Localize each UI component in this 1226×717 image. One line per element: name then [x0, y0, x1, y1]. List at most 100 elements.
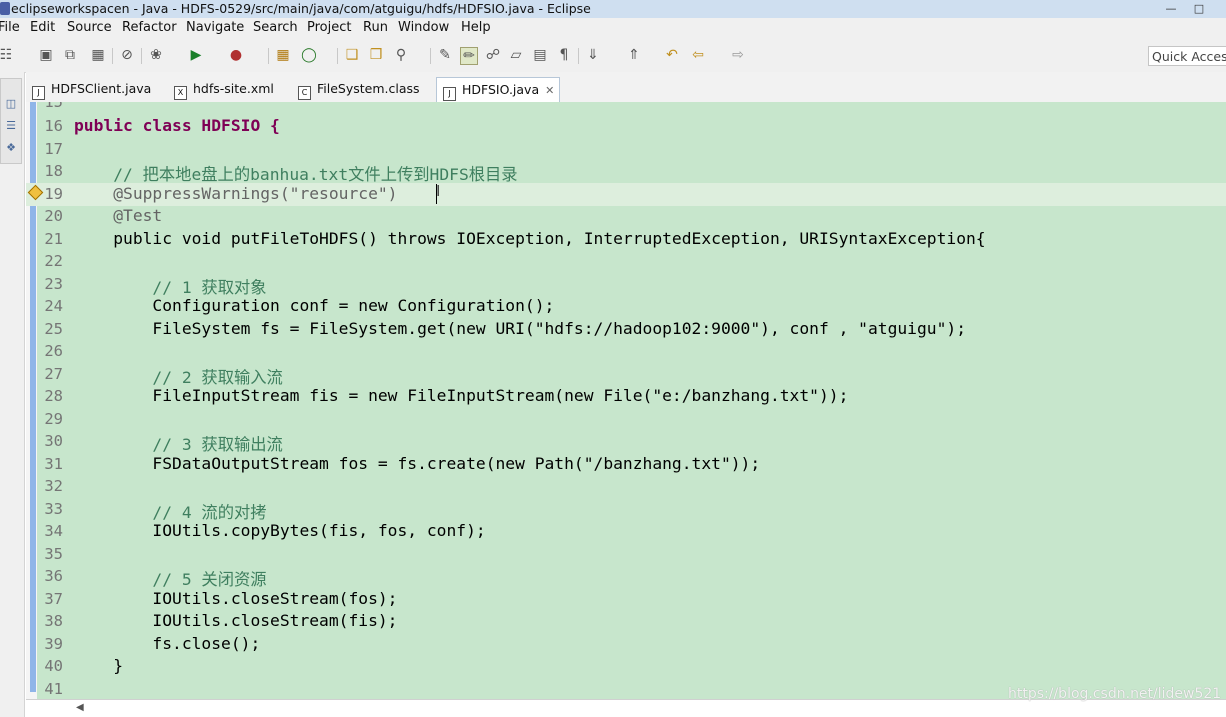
menu-search[interactable]: Search: [253, 20, 298, 35]
menu-file[interactable]: File: [0, 20, 20, 35]
code-line: 26: [26, 340, 1226, 363]
line-number: 21: [44, 230, 63, 248]
code-line: 28 FileInputStream fis = new FileInputSt…: [26, 385, 1226, 408]
menu-bar: File Edit Source Refactor Navigate Searc…: [0, 18, 1226, 40]
debug-icon[interactable]: ❀: [148, 47, 164, 63]
code-line-current: 19 @SuppressWarnings("resource"): [26, 183, 1226, 206]
code-line: 22: [26, 250, 1226, 273]
save-all-icon[interactable]: ⧉: [62, 47, 78, 63]
search-icon[interactable]: ⚲: [393, 47, 409, 63]
line-number: 25: [44, 320, 63, 338]
line-number: 38: [44, 612, 63, 630]
menu-project[interactable]: Project: [307, 20, 351, 35]
next-annotation-icon[interactable]: ▱: [508, 47, 524, 63]
last-edit-icon[interactable]: ↶: [664, 47, 680, 63]
code-line: 32: [26, 475, 1226, 498]
tab-hdfsio-java[interactable]: J HDFSIO.java ✕: [436, 77, 560, 102]
package-explorer-icon[interactable]: ☰: [3, 119, 19, 135]
code-line: 30 // 3 获取输出流: [26, 430, 1226, 454]
menu-source[interactable]: Source: [67, 20, 112, 35]
run-icon[interactable]: ▶: [188, 47, 204, 63]
code-comment: // 3 获取输出流: [74, 435, 283, 454]
forward-icon[interactable]: ⇨: [730, 47, 746, 63]
tab-filesystem-class[interactable]: C FileSystem.class: [298, 77, 420, 102]
new-java-package-icon[interactable]: ▦: [275, 47, 291, 63]
maximize-button[interactable]: □: [1186, 2, 1212, 15]
watermark-text: https://blog.csdn.net/lidew521: [1008, 686, 1222, 702]
tab-label: hdfs-site.xml: [193, 81, 274, 96]
tab-hdfs-site-xml[interactable]: Xhdfs-site.xml: [174, 77, 274, 102]
new-wizard-icon[interactable]: ☷: [0, 47, 14, 63]
line-number: 27: [44, 365, 63, 383]
tab-label: HDFSIO.java: [462, 82, 540, 97]
code-line: 20 @Test: [26, 205, 1226, 228]
open-type-icon[interactable]: ❑: [344, 47, 360, 63]
menu-window[interactable]: Window: [398, 20, 449, 35]
code-comment: // 5 关闭资源: [74, 570, 267, 589]
code-line: 25 FileSystem fs = FileSystem.get(new UR…: [26, 318, 1226, 341]
scroll-left-icon[interactable]: ◀: [76, 702, 84, 713]
close-icon[interactable]: ✕: [545, 84, 554, 97]
xml-file-icon: X: [174, 86, 187, 100]
external-tools-icon[interactable]: ●: [228, 47, 244, 63]
next-annotation-arrow-icon[interactable]: ⇓: [585, 47, 601, 63]
menu-run[interactable]: Run: [363, 20, 388, 35]
code-line: 33 // 4 流的对拷: [26, 498, 1226, 522]
code-line: 21 public void putFileToHDFS() throws IO…: [26, 228, 1226, 251]
window-title: eclipseworkspacen - Java - HDFS-0529/src…: [11, 1, 591, 16]
line-number: 31: [44, 455, 63, 473]
code-line: 29: [26, 408, 1226, 431]
code-line: 17: [26, 138, 1226, 161]
menu-edit[interactable]: Edit: [30, 20, 55, 35]
last-edit-location-icon[interactable]: ¶: [556, 47, 572, 63]
line-number: 22: [44, 252, 63, 270]
code-line: 38 IOUtils.closeStream(fis);: [26, 610, 1226, 633]
code-line: 15: [26, 102, 1226, 114]
code-text: fs.close();: [74, 634, 261, 653]
new-java-class-icon[interactable]: ◯: [301, 47, 317, 63]
window-title-bar: eclipseworkspacen - Java - HDFS-0529/src…: [0, 0, 1226, 19]
code-line: 40 }: [26, 655, 1226, 678]
code-line: 35: [26, 543, 1226, 566]
code-text: IOUtils.copyBytes(fis, fos, conf);: [74, 521, 486, 540]
toggle-mark-occurrences-icon[interactable]: ✎: [437, 47, 453, 63]
line-number: 28: [44, 387, 63, 405]
code-text: FileInputStream fis = new FileInputStrea…: [74, 386, 849, 405]
save-icon[interactable]: ▣: [38, 47, 54, 63]
line-number: 19: [44, 185, 63, 203]
previous-annotation-icon[interactable]: ▤: [532, 47, 548, 63]
back-icon[interactable]: ⇦: [690, 47, 706, 63]
line-number: 35: [44, 545, 63, 563]
code-editor[interactable]: 15 16 public class HDFSIO { 17 18 // 把本地…: [26, 102, 1226, 717]
previous-annotation-arrow-icon[interactable]: ⇑: [626, 47, 642, 63]
minimize-button[interactable]: —: [1158, 2, 1184, 15]
line-number: 18: [44, 162, 63, 180]
tab-label: FileSystem.class: [317, 81, 420, 96]
code-text: IOUtils.closeStream(fos);: [74, 589, 398, 608]
line-number: 29: [44, 410, 63, 428]
menu-navigate[interactable]: Navigate: [186, 20, 244, 35]
line-number: 26: [44, 342, 63, 360]
skip-breakpoints-icon[interactable]: ⊘: [119, 47, 135, 63]
tab-hdfsclient-java[interactable]: J HDFSClient.java: [32, 77, 151, 102]
code-line: 18 // 把本地e盘上的banhua.txt文件上传到HDFS根目录: [26, 160, 1226, 184]
code-comment: // 把本地e盘上的banhua.txt文件上传到HDFS根目录: [74, 165, 518, 184]
restore-icon[interactable]: ◫: [3, 97, 19, 113]
line-number: 20: [44, 207, 63, 225]
line-number: 33: [44, 500, 63, 518]
menu-help[interactable]: Help: [461, 20, 491, 35]
left-trim-stack: ◫ ☰ ❖: [0, 72, 25, 717]
quick-access-field[interactable]: Quick Access: [1148, 46, 1226, 66]
line-number: 32: [44, 477, 63, 495]
hierarchy-icon[interactable]: ❖: [3, 141, 19, 157]
show-whitespace-icon[interactable]: ☍: [485, 47, 501, 63]
main-toolbar: ☷ ▣ ⧉ ▦ ⊘ ❀ ▶ ● ▦ ◯ ❑ ❒ ⚲ ✎ ✏ ☍ ▱ ▤ ¶ ⇓ …: [0, 40, 1226, 73]
menu-refactor[interactable]: Refactor: [122, 20, 177, 35]
terminal-icon[interactable]: ▦: [90, 47, 106, 63]
code-text: public void putFileToHDFS() throws IOExc…: [74, 229, 986, 248]
toggle-block-selection-icon[interactable]: ✏: [460, 47, 478, 65]
line-number: 15: [44, 102, 63, 111]
open-task-icon[interactable]: ❒: [368, 47, 384, 63]
code-text: IOUtils.closeStream(fis);: [74, 611, 398, 630]
text-cursor-icon: I: [436, 182, 441, 200]
